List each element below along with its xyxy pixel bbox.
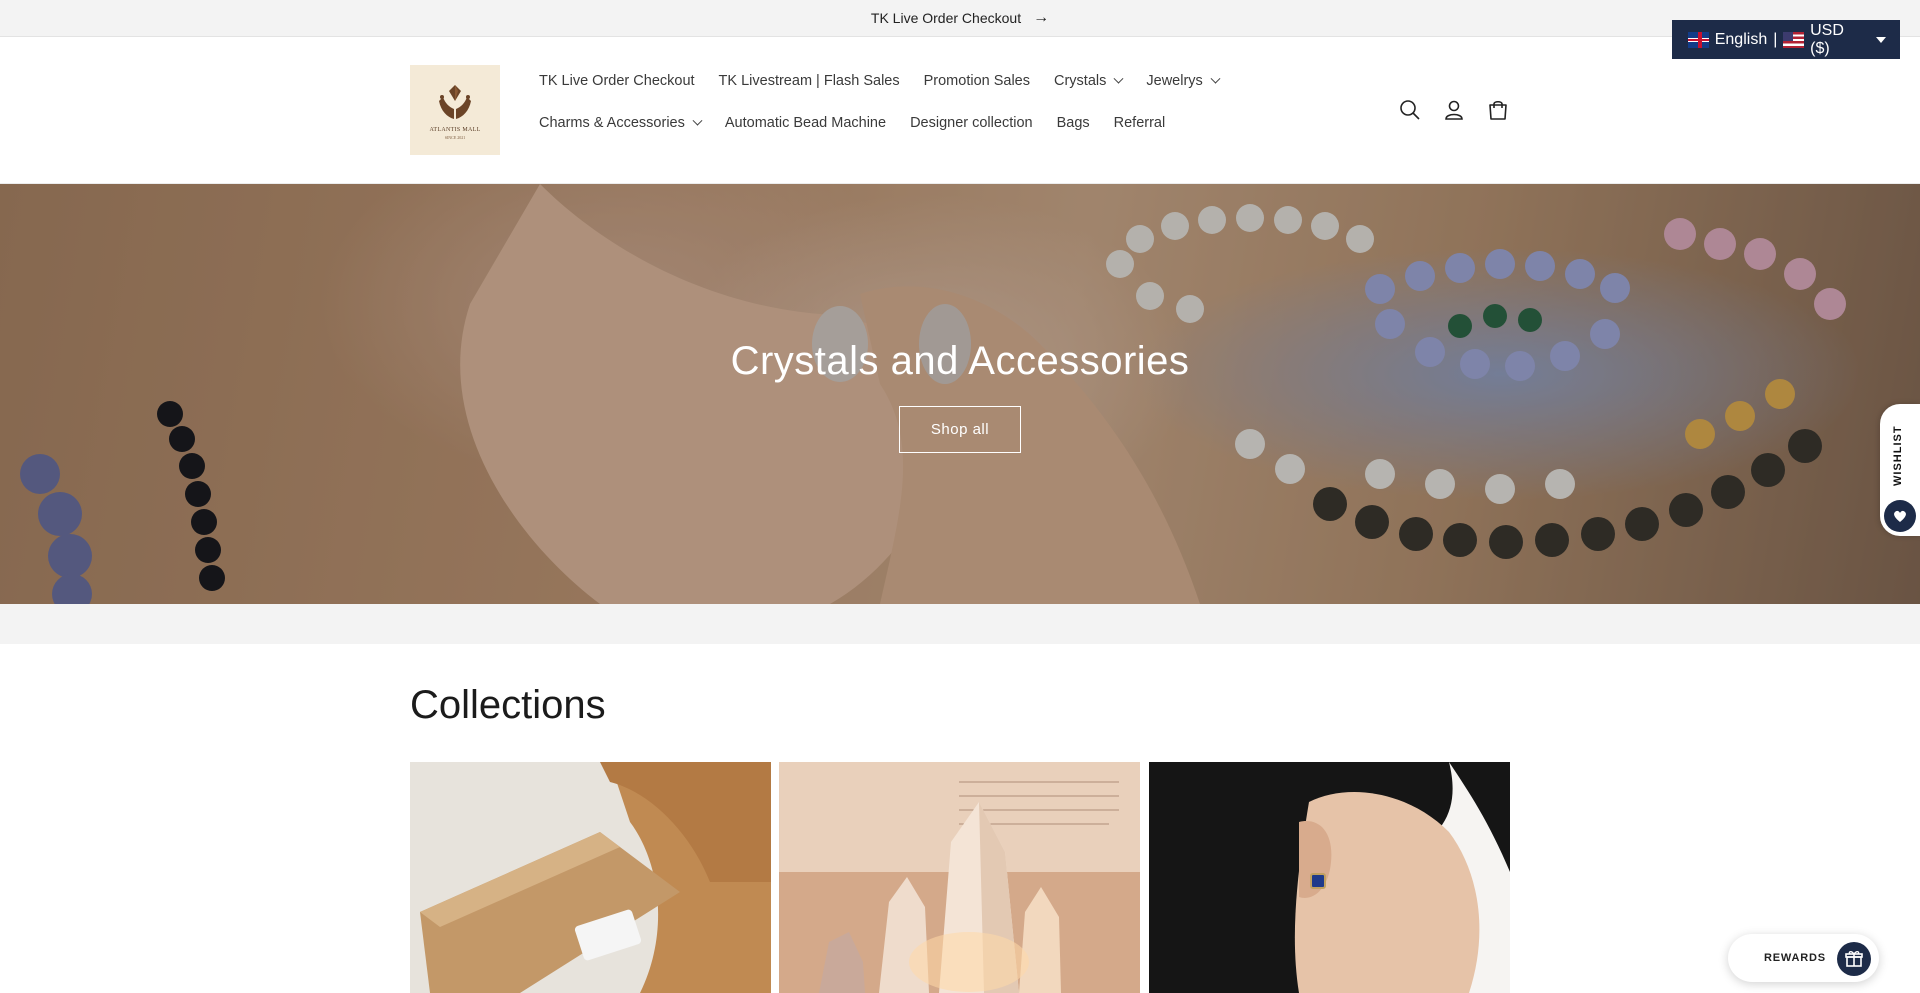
logo-wordmark: ATLANTIS MALL xyxy=(429,126,481,133)
us-flag-icon xyxy=(1783,31,1805,48)
nav-item-charms-accessories[interactable]: Charms & Accessories xyxy=(539,115,703,131)
uk-flag-icon xyxy=(1688,31,1709,48)
hero-banner: Crystals and Accessories Shop all xyxy=(0,184,1920,604)
arrow-right-icon: → xyxy=(1033,9,1050,26)
nav-item-label: Automatic Bead Machine xyxy=(724,115,887,131)
nav-item-tk-live-order-checkout[interactable]: TK Live Order Checkout xyxy=(539,73,695,89)
rewards-button[interactable]: REWARDS xyxy=(1728,934,1879,982)
nav-row-1: TK Live Order Checkout TK Livestream | F… xyxy=(539,60,1239,102)
nav-item-label: TK Livestream | Flash Sales xyxy=(718,73,900,89)
hero-overlay xyxy=(0,184,1920,604)
wishlist-label: WISHLIST xyxy=(1892,425,1904,486)
hero-title: Crystals and Accessories xyxy=(730,339,1190,383)
hands-crystal-icon xyxy=(439,84,471,119)
collection-card-shipping[interactable] xyxy=(410,762,771,993)
locale-selector[interactable]: English | USD ($) xyxy=(1672,20,1900,59)
rewards-label: REWARDS xyxy=(1764,952,1826,964)
locale-separator: | xyxy=(1773,30,1778,48)
collections-heading: Collections xyxy=(410,683,606,727)
earring-model-image xyxy=(1149,762,1510,993)
section-spacer xyxy=(0,604,1920,644)
cart-icon[interactable] xyxy=(1486,98,1510,122)
nav-item-referral[interactable]: Referral xyxy=(1114,115,1166,131)
nav-item-label: Bags xyxy=(1056,115,1090,131)
announcement-bar[interactable]: TK Live Order Checkout → xyxy=(0,0,1920,37)
main-navigation: TK Live Order Checkout TK Livestream | F… xyxy=(539,60,1239,144)
account-icon[interactable] xyxy=(1442,98,1466,122)
collection-card-earrings[interactable] xyxy=(1149,762,1510,993)
search-icon[interactable] xyxy=(1398,98,1422,122)
crystal-points-image xyxy=(779,762,1140,993)
nav-item-label: Jewelrys xyxy=(1146,73,1203,89)
chevron-down-icon xyxy=(1113,73,1124,84)
wishlist-tab[interactable]: WISHLIST xyxy=(1880,404,1920,536)
nav-item-label: Designer collection xyxy=(910,115,1033,131)
currency-label: USD ($) xyxy=(1810,21,1844,57)
nav-item-bags[interactable]: Bags xyxy=(1057,115,1090,131)
language-label: English xyxy=(1714,30,1768,48)
chevron-down-icon xyxy=(692,115,703,126)
collection-card-crystals[interactable] xyxy=(779,762,1140,993)
nav-item-label: Charms & Accessories xyxy=(539,115,685,131)
logo-tagline: SINCE 2021 xyxy=(444,134,466,140)
nav-item-label: Crystals xyxy=(1054,73,1107,89)
caret-down-icon xyxy=(1876,36,1887,43)
chevron-down-icon xyxy=(1210,73,1221,84)
heart-icon xyxy=(1884,500,1916,532)
nav-item-tk-livestream-flash-sales[interactable]: TK Livestream | Flash Sales xyxy=(719,73,900,89)
nav-item-designer-collection[interactable]: Designer collection xyxy=(910,115,1033,131)
nav-item-promotion-sales[interactable]: Promotion Sales xyxy=(924,73,1030,89)
shop-all-button[interactable]: Shop all xyxy=(899,406,1021,453)
nav-item-automatic-bead-machine[interactable]: Automatic Bead Machine xyxy=(725,115,886,131)
package-image xyxy=(410,762,771,993)
header-icons xyxy=(1398,98,1510,122)
nav-item-jewelrys[interactable]: Jewelrys xyxy=(1146,73,1221,89)
nav-row-2: Charms & Accessories Automatic Bead Mach… xyxy=(539,102,1239,144)
nav-item-label: Referral xyxy=(1113,115,1166,131)
gift-icon xyxy=(1837,942,1871,976)
site-header: ATLANTIS MALL SINCE 2021 TK Live Order C… xyxy=(0,38,1920,184)
nav-item-crystals[interactable]: Crystals xyxy=(1054,73,1124,89)
nav-item-label: Promotion Sales xyxy=(923,73,1030,89)
announcement-text[interactable]: TK Live Order Checkout xyxy=(871,10,1021,26)
store-logo[interactable]: ATLANTIS MALL SINCE 2021 xyxy=(410,65,500,155)
nav-item-label: TK Live Order Checkout xyxy=(539,73,695,89)
